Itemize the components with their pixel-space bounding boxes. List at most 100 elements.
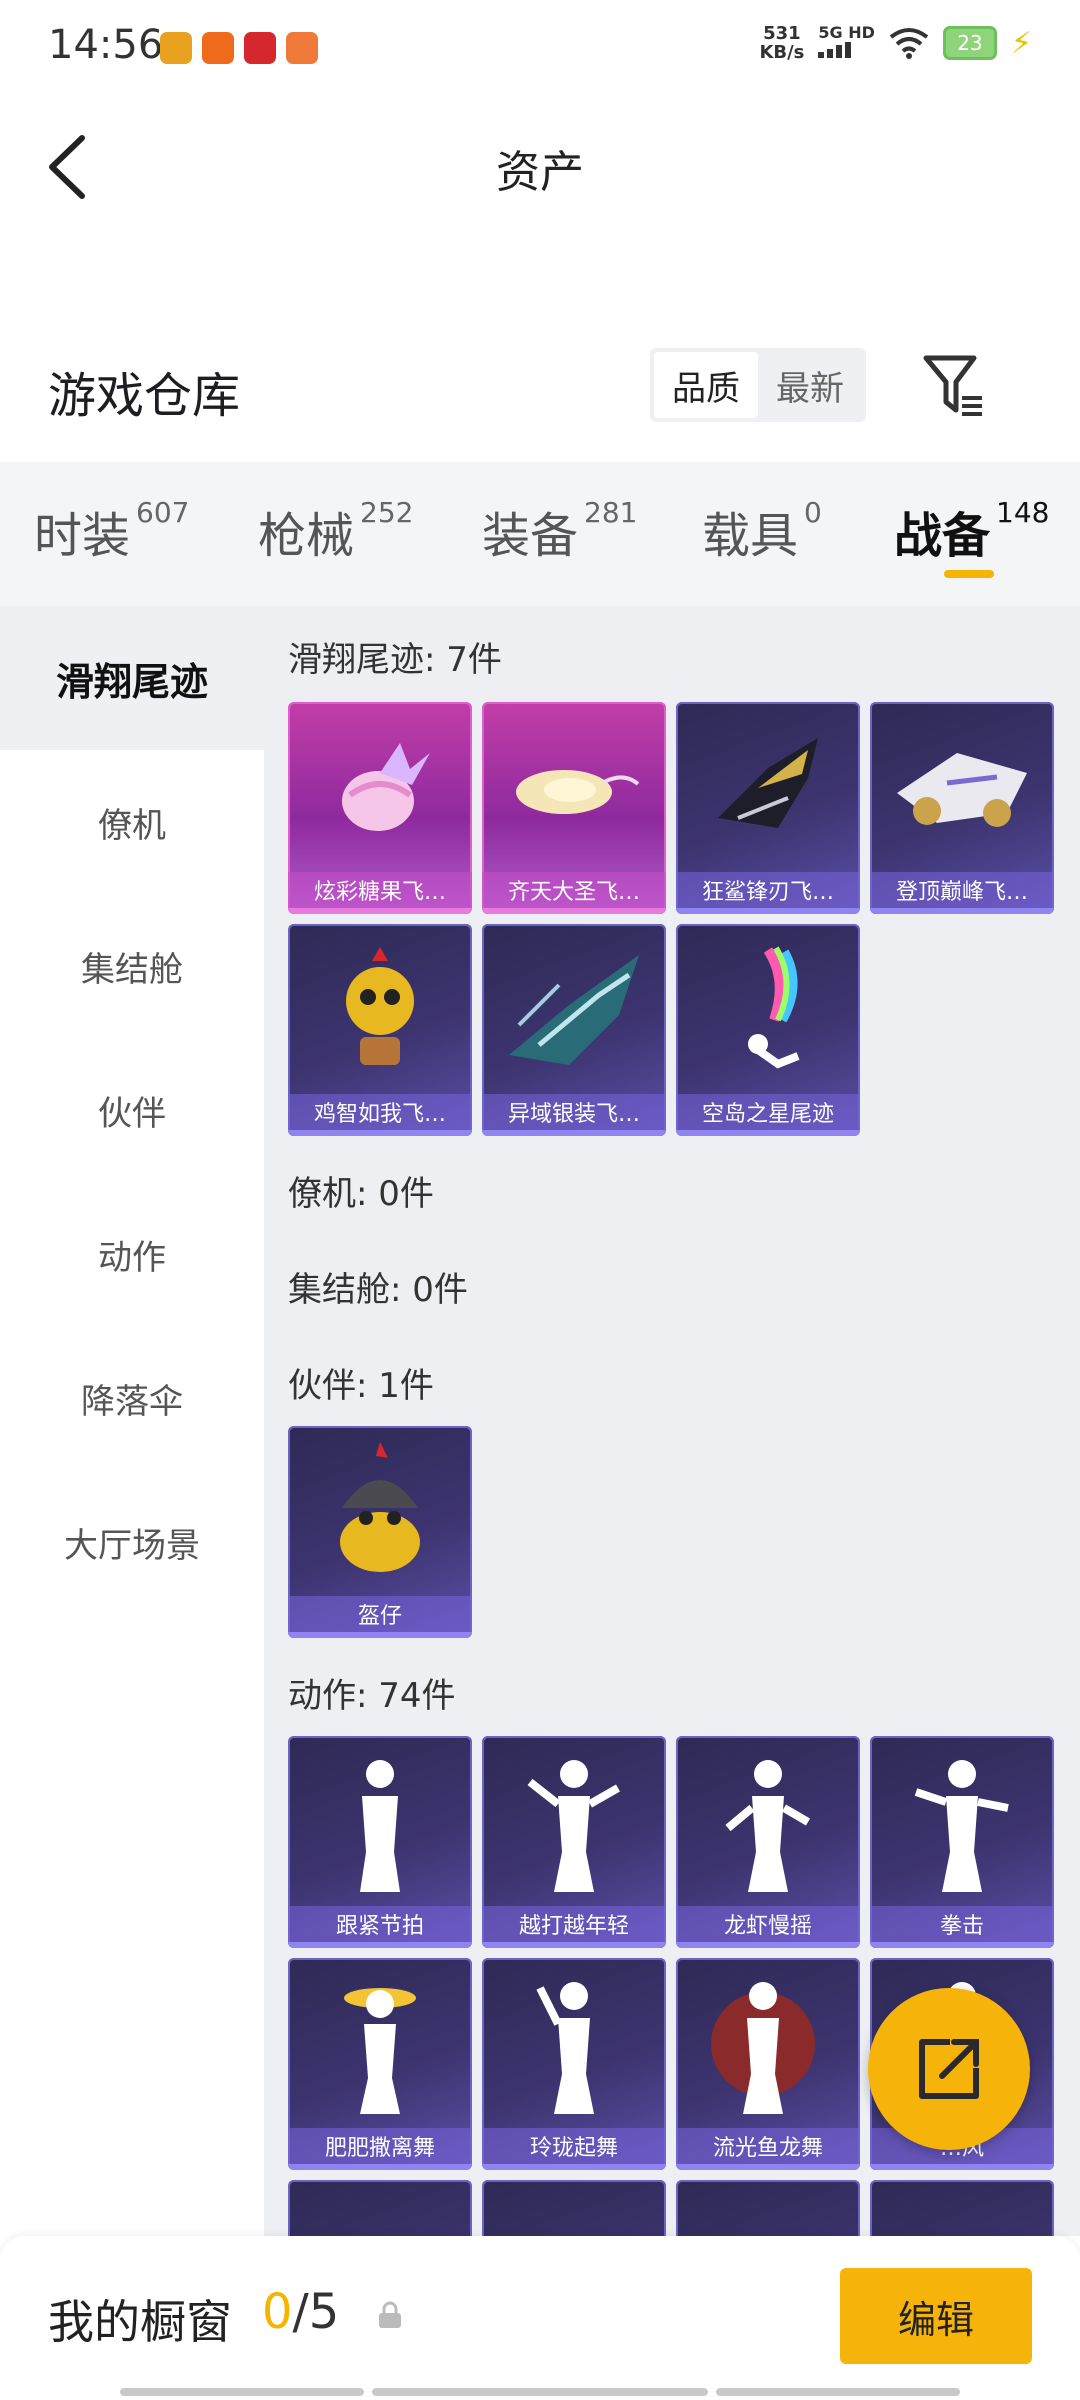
- app-notification-icon: [286, 32, 318, 64]
- chicken-glider-art: [288, 924, 472, 1096]
- speed-value: 531: [763, 23, 801, 44]
- network-speed: 531 KB/s: [759, 24, 804, 62]
- edit-button[interactable]: 编辑: [840, 2268, 1032, 2364]
- share-export-icon: [919, 2039, 979, 2099]
- battery-level: 23: [957, 31, 983, 55]
- item-card[interactable]: [870, 2180, 1054, 2236]
- emote-figure-icon: [288, 1958, 472, 2130]
- emote-figure-icon: [676, 1958, 860, 2130]
- emote-figure-icon: [676, 1736, 860, 1908]
- warehouse-title: 游戏仓库: [48, 368, 241, 424]
- category-tabs: 时装 607 枪械 252 装备 281 载具 0 战备 148: [0, 462, 1080, 606]
- nav-indicator: [716, 2388, 960, 2396]
- candy-trail-art: [288, 702, 472, 874]
- filter-icon[interactable]: [922, 352, 986, 422]
- group-title-wingman: 僚机: 0件: [288, 1174, 434, 1214]
- card-bar: [676, 1942, 860, 1948]
- sky-island-trail-art: [676, 924, 860, 1096]
- item-card[interactable]: 玲珑起舞: [482, 1958, 666, 2170]
- notification-icons: [160, 32, 318, 64]
- item-card[interactable]: 齐天大圣飞…: [482, 702, 666, 914]
- sidebar-item-glide-trail[interactable]: 滑翔尾迹: [0, 606, 264, 750]
- signal-icon: 5G HD: [818, 24, 875, 62]
- shark-glider-art: [676, 702, 860, 874]
- card-bar: [482, 1942, 666, 1948]
- nav-indicator: [120, 2388, 364, 2396]
- subcategory-sidebar: 滑翔尾迹 僚机 集结舱 伙伴 动作 降落伞 大厅场景: [0, 606, 264, 2236]
- network-type: 5G HD: [818, 23, 875, 42]
- showcase-total: /5: [292, 2284, 340, 2340]
- tab-label: 装备: [482, 508, 579, 564]
- item-card[interactable]: 登顶巅峰飞…: [870, 702, 1054, 914]
- active-tab-indicator: [944, 570, 994, 578]
- silver-glider-art: [482, 924, 666, 1096]
- wifi-icon: [889, 28, 929, 59]
- item-card[interactable]: 鸡智如我飞…: [288, 924, 472, 1136]
- charging-icon: ⚡: [1010, 25, 1032, 61]
- item-card[interactable]: [676, 2180, 860, 2236]
- helmet-chick-art: [288, 1426, 472, 1598]
- tab-equipment[interactable]: 装备 281: [482, 496, 637, 566]
- sidebar-item-partner[interactable]: 伙伴: [0, 1038, 264, 1182]
- sort-toggle: 品质 最新: [650, 348, 866, 422]
- tab-count: 0: [804, 496, 822, 529]
- card-bar: [482, 1130, 666, 1136]
- card-bar: [288, 1632, 472, 1638]
- group-title-glide-trail: 滑翔尾迹: 7件: [288, 640, 502, 680]
- group-title-partner: 伙伴: 1件: [288, 1366, 434, 1406]
- card-bar: [288, 2164, 472, 2170]
- emote-figure-icon: [482, 1958, 666, 2130]
- status-bar: 14:56 531 KB/s 5G HD 23 ⚡: [0, 0, 1080, 100]
- item-card[interactable]: 龙虾慢摇: [676, 1736, 860, 1948]
- tab-count: 148: [996, 496, 1050, 529]
- card-bar: [288, 908, 472, 914]
- card-bar: [870, 2164, 1054, 2170]
- sidebar-item-assembly-pod[interactable]: 集结舱: [0, 894, 264, 1038]
- item-card[interactable]: 拳击: [870, 1736, 1054, 1948]
- tab-fashion[interactable]: 时装 607: [34, 496, 189, 566]
- tab-count: 252: [360, 496, 414, 529]
- item-card[interactable]: 肥肥撒离舞: [288, 1958, 472, 2170]
- page-title: 资产: [496, 147, 584, 198]
- sidebar-item-emotes[interactable]: 动作: [0, 1182, 264, 1326]
- shop-notification-icon: [244, 32, 276, 64]
- item-card[interactable]: 跟紧节拍: [288, 1736, 472, 1948]
- cloud-trail-art: [482, 702, 666, 874]
- item-card[interactable]: 空岛之星尾迹: [676, 924, 860, 1136]
- status-time: 14:56: [48, 22, 164, 68]
- tab-label: 战备: [894, 508, 991, 564]
- share-button[interactable]: [868, 1988, 1030, 2150]
- item-card[interactable]: [482, 2180, 666, 2236]
- battery-icon: 23: [942, 26, 997, 60]
- card-bar: [676, 2164, 860, 2170]
- item-card[interactable]: 盔仔: [288, 1426, 472, 1638]
- item-card[interactable]: 异域银装飞…: [482, 924, 666, 1136]
- card-bar: [288, 1942, 472, 1948]
- card-bar: [676, 1130, 860, 1136]
- tab-vehicles[interactable]: 载具 0: [702, 496, 822, 566]
- emote-figure-icon: [870, 1736, 1054, 1908]
- item-card[interactable]: 狂鲨锋刃飞…: [676, 702, 860, 914]
- card-bar: [482, 908, 666, 914]
- item-card[interactable]: [288, 2180, 472, 2236]
- sort-newest-option[interactable]: 最新: [758, 352, 862, 418]
- sidebar-item-parachute[interactable]: 降落伞: [0, 1326, 264, 1470]
- signal-bars-icon: [818, 42, 852, 58]
- speed-unit: KB/s: [759, 42, 805, 63]
- lock-icon: [379, 2301, 401, 2328]
- app-notification-icon: [202, 32, 234, 64]
- sidebar-item-lobby-scene[interactable]: 大厅场景: [0, 1470, 264, 1614]
- tab-count: 281: [584, 496, 638, 529]
- card-bar: [288, 1130, 472, 1136]
- nav-indicator: [372, 2388, 708, 2396]
- tab-combat-prep[interactable]: 战备 148: [894, 496, 1049, 566]
- group-title-emotes: 动作: 74件: [288, 1676, 456, 1716]
- tab-count: 607: [136, 496, 190, 529]
- sidebar-item-wingman[interactable]: 僚机: [0, 750, 264, 894]
- emote-figure-icon: [482, 1736, 666, 1908]
- sort-quality-option[interactable]: 品质: [654, 352, 758, 418]
- item-card[interactable]: 越打越年轻: [482, 1736, 666, 1948]
- item-card[interactable]: 流光鱼龙舞: [676, 1958, 860, 2170]
- tab-guns[interactable]: 枪械 252: [258, 496, 413, 566]
- item-card[interactable]: 炫彩糖果飞…: [288, 702, 472, 914]
